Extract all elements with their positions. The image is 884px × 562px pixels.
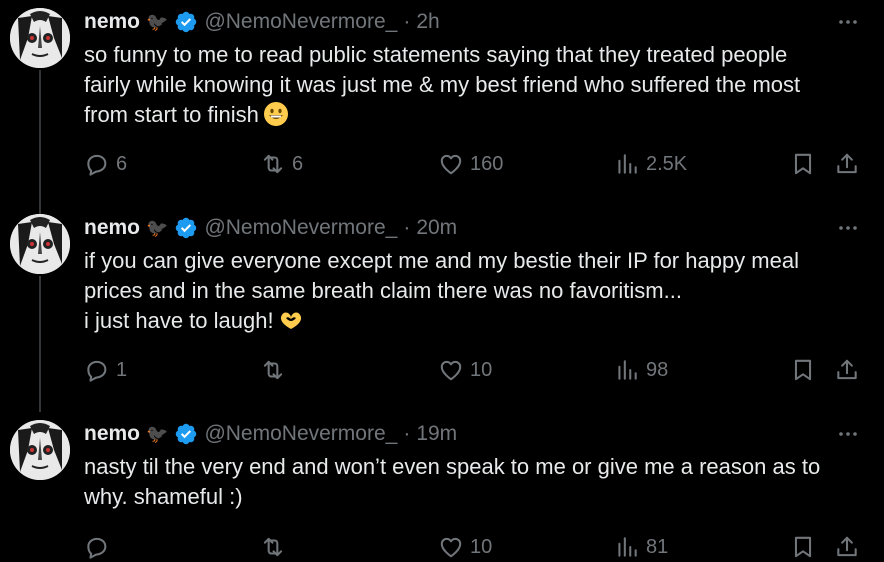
heart-icon (440, 537, 462, 558)
tweet-text: so funny to me to read public statements… (84, 40, 864, 130)
verified-badge-icon (176, 217, 197, 239)
views-chart-icon (618, 537, 637, 557)
reply-button[interactable] (84, 532, 116, 562)
tweet-text-line: if you can give everyone except me and m… (84, 248, 799, 273)
heart-icon (440, 360, 462, 381)
tweet-text-line: nasty til the very end and won’t even sp… (84, 454, 821, 479)
like-count: 10 (470, 535, 493, 558)
crow-emoji: 🐦‍⬛ (146, 11, 169, 32)
like-button[interactable]: 160 (438, 149, 503, 179)
reply-button[interactable]: 1 (84, 355, 127, 385)
display-name[interactable]: nemo (84, 216, 140, 240)
action-bar: 10 81 (84, 532, 864, 562)
tweet-header: nemo 🐦‍⬛ @NemoNevermore_ · 19m (84, 420, 457, 448)
share-button[interactable] (834, 355, 860, 385)
reply-count: 1 (116, 358, 128, 381)
tweet[interactable]: nemo 🐦‍⬛ @NemoNevermore_ · 2h so funny t… (0, 0, 884, 206)
share-icon (837, 359, 857, 380)
reply-icon (87, 537, 107, 559)
like-button[interactable]: 10 (438, 355, 492, 385)
share-button[interactable] (834, 149, 860, 179)
user-handle[interactable]: @NemoNevermore_ (204, 216, 397, 240)
reply-icon (87, 154, 107, 176)
tweet[interactable]: nemo 🐦‍⬛ @NemoNevermore_ · 19m nasty til… (0, 412, 884, 562)
display-name[interactable]: nemo (84, 422, 140, 446)
bookmark-icon (794, 536, 812, 558)
repost-button[interactable] (260, 355, 292, 385)
action-bar: 6 6 160 2.5K (84, 149, 864, 179)
separator-dot: · (403, 422, 411, 445)
share-icon (837, 536, 857, 557)
tweet-text-line: why. shameful :) (84, 484, 243, 509)
crow-emoji: 🐦‍⬛ (146, 217, 169, 238)
tweet-text-line: fairly while knowing it was just me & my… (84, 72, 801, 97)
share-button[interactable] (834, 532, 860, 562)
view-count: 2.5K (646, 152, 688, 175)
more-options-icon[interactable] (836, 10, 860, 34)
reply-button[interactable]: 6 (84, 149, 127, 179)
display-name[interactable]: nemo (84, 10, 140, 34)
avatar[interactable] (10, 214, 70, 274)
more-options-icon[interactable] (836, 422, 860, 446)
avatar[interactable] (10, 420, 70, 480)
tweet-text: nasty til the very end and won’t even sp… (84, 452, 864, 512)
user-handle[interactable]: @NemoNevermore_ (204, 422, 397, 446)
view-count: 81 (646, 535, 669, 558)
tweet-text-line: from start to finish (84, 102, 259, 127)
tweet-header: nemo 🐦‍⬛ @NemoNevermore_ · 20m (84, 214, 457, 242)
repost-count: 6 (292, 152, 304, 175)
grinning-face-emoji-icon (263, 102, 288, 126)
like-count: 10 (470, 358, 493, 381)
verified-badge-icon (176, 423, 197, 445)
heart-hands-emoji-icon (280, 312, 301, 329)
reply-count: 6 (116, 152, 128, 175)
repost-icon (263, 154, 283, 174)
bookmark-button[interactable] (790, 532, 816, 562)
like-button[interactable]: 10 (438, 532, 492, 562)
timestamp[interactable]: 2h (416, 10, 439, 34)
crow-emoji: 🐦‍⬛ (146, 423, 169, 444)
tweet-text: if you can give everyone except me and m… (84, 246, 864, 336)
bookmark-button[interactable] (790, 149, 816, 179)
more-options-icon[interactable] (836, 216, 860, 240)
like-count: 160 (470, 152, 504, 175)
heart-icon (440, 154, 462, 175)
tweet-text-line: prices and in the same breath claim ther… (84, 278, 682, 303)
tweet-header: nemo 🐦‍⬛ @NemoNevermore_ · 2h (84, 8, 440, 36)
views-button[interactable]: 81 (614, 532, 668, 562)
separator-dot: · (403, 216, 411, 239)
separator-dot: · (403, 10, 411, 33)
views-button[interactable]: 2.5K (614, 149, 687, 179)
timestamp[interactable]: 19m (416, 422, 457, 446)
avatar[interactable] (10, 8, 70, 68)
views-button[interactable]: 98 (614, 355, 668, 385)
timestamp[interactable]: 20m (416, 216, 457, 240)
share-icon (837, 153, 857, 174)
tweet[interactable]: nemo 🐦‍⬛ @NemoNevermore_ · 20m if you ca… (0, 206, 884, 412)
user-handle[interactable]: @NemoNevermore_ (204, 10, 397, 34)
tweet-thread: nemo 🐦‍⬛ @NemoNevermore_ · 2h so funny t… (0, 0, 884, 562)
bookmark-icon (794, 153, 812, 175)
bookmark-button[interactable] (790, 355, 816, 385)
repost-button[interactable]: 6 (260, 149, 303, 179)
bookmark-icon (794, 359, 812, 381)
repost-button[interactable] (260, 532, 292, 562)
views-chart-icon (618, 154, 637, 174)
repost-icon (263, 537, 283, 557)
views-chart-icon (618, 360, 637, 380)
verified-badge-icon (176, 11, 197, 33)
action-bar: 1 10 98 (84, 355, 864, 385)
view-count: 98 (646, 358, 669, 381)
tweet-text-line: i just have to laugh! (84, 308, 274, 333)
repost-icon (263, 360, 283, 380)
reply-icon (87, 360, 107, 382)
tweet-text-line: so funny to me to read public statements… (84, 42, 788, 67)
